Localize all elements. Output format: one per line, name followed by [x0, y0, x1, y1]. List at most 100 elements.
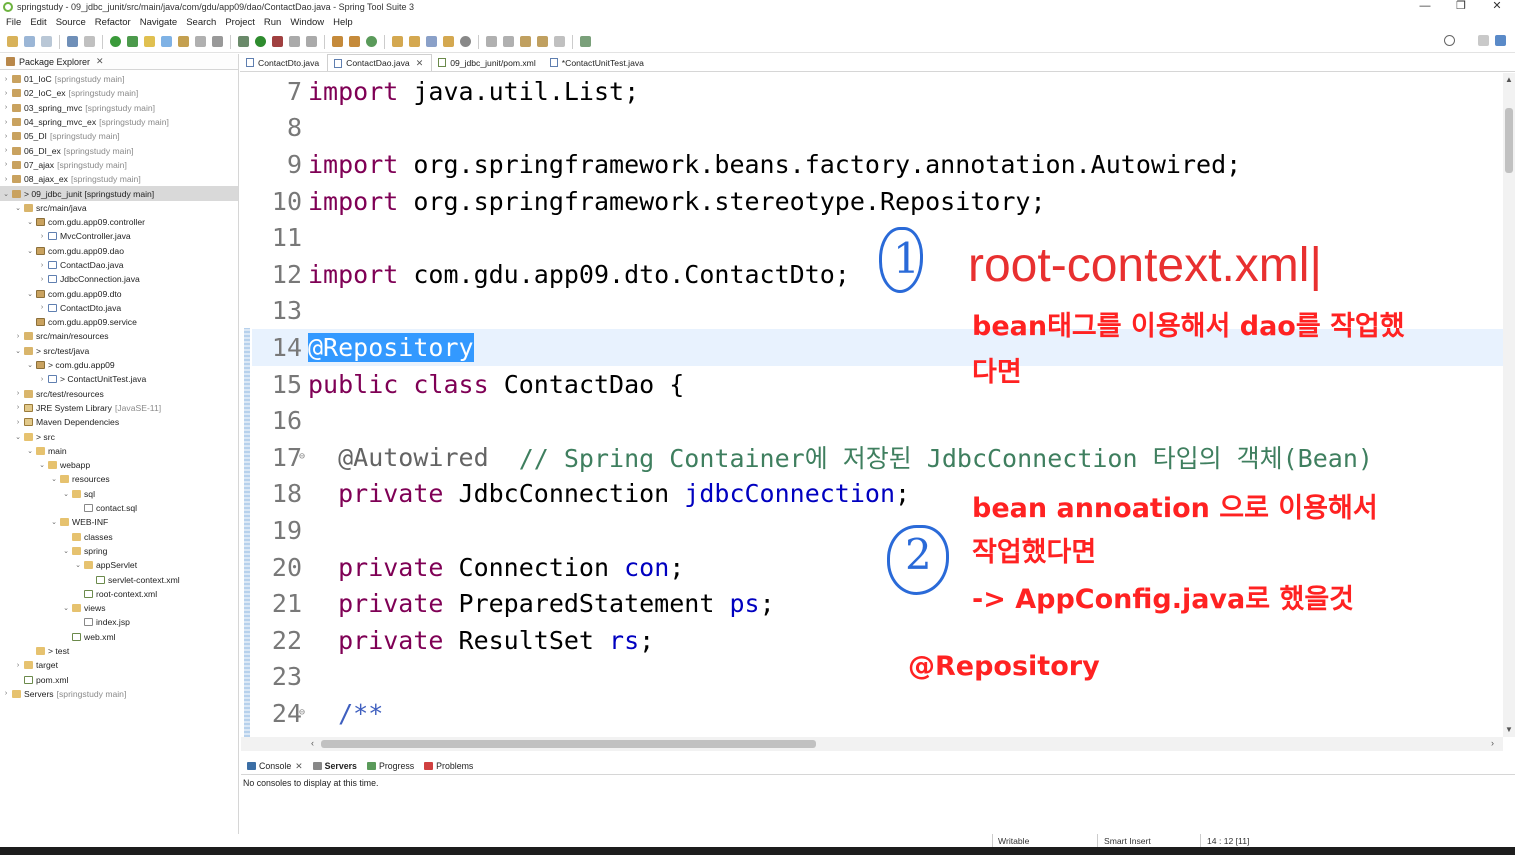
expand-arrow-icon[interactable]: › [2, 133, 10, 140]
expand-arrow-icon[interactable]: › [38, 262, 46, 269]
tree-item[interactable]: › JRE System Library [JavaSE-11] [0, 401, 238, 415]
code-line[interactable]: 24 ⊖ /** [252, 695, 1503, 732]
expand-arrow-icon[interactable]: ⌄ [38, 461, 46, 469]
tree-item[interactable]: › MvcController.java [0, 229, 238, 243]
tree-item[interactable]: › 04_spring_mvc_ex [springstudy main] [0, 115, 238, 129]
search-toolbar-icon[interactable] [460, 36, 471, 47]
expand-arrow-icon[interactable]: ⌄ [62, 490, 70, 498]
editor-tab[interactable]: 09_jdbc_junit/pom.xml [432, 54, 544, 71]
tree-item[interactable]: ⌄ WEB-INF [0, 515, 238, 529]
stop-icon[interactable] [289, 36, 300, 47]
refresh-icon[interactable] [127, 36, 138, 47]
fold-icon[interactable]: ⊖ [299, 451, 305, 462]
save-icon[interactable] [24, 36, 35, 47]
expand-arrow-icon[interactable]: ⌄ [26, 247, 34, 255]
expand-arrow-icon[interactable]: ⌄ [14, 204, 22, 212]
menu-help[interactable]: Help [333, 17, 353, 28]
menu-window[interactable]: Window [290, 17, 324, 28]
expand-arrow-icon[interactable]: › [2, 147, 10, 154]
expand-arrow-icon[interactable]: › [2, 119, 10, 126]
expand-arrow-icon[interactable]: › [38, 276, 46, 283]
tree-item[interactable]: ⌄ > src/test/java [0, 344, 238, 358]
editor-vertical-scrollbar[interactable]: ▲ ▼ [1503, 73, 1515, 737]
run-external-tools-icon[interactable] [272, 36, 283, 47]
tree-item[interactable]: › target [0, 658, 238, 672]
save-all-icon[interactable] [41, 36, 52, 47]
scroll-down-icon[interactable]: ▼ [1505, 725, 1513, 734]
fold-icon[interactable]: ⊖ [299, 707, 305, 718]
expand-arrow-icon[interactable]: › [2, 90, 10, 97]
java-perspective-icon[interactable] [1495, 35, 1506, 46]
expand-arrow-icon[interactable]: › [2, 176, 10, 183]
tree-item[interactable]: root-context.xml [0, 587, 238, 601]
tree-item[interactable]: › JdbcConnection.java [0, 272, 238, 286]
debug-icon[interactable] [238, 36, 249, 47]
expand-arrow-icon[interactable]: › [38, 304, 46, 311]
tree-item[interactable]: ⌄ src/main/java [0, 201, 238, 215]
expand-arrow-icon[interactable]: › [14, 419, 22, 426]
new-java-project-icon[interactable] [332, 36, 343, 47]
tree-item[interactable]: ⌄ appServlet [0, 558, 238, 572]
package-explorer-tab[interactable]: Package Explorer ✕ [0, 54, 238, 70]
pin-editor-icon[interactable] [580, 36, 591, 47]
expand-arrow-icon[interactable]: › [14, 404, 22, 411]
tree-item[interactable]: › 03_spring_mvc [springstudy main] [0, 101, 238, 115]
menu-project[interactable]: Project [225, 17, 255, 28]
expand-arrow-icon[interactable]: ⌄ [50, 518, 58, 526]
tree-item[interactable]: ⌄ > src [0, 429, 238, 443]
tab-console[interactable]: Console ✕ [247, 761, 303, 772]
close-icon[interactable]: ✕ [295, 761, 302, 772]
menu-source[interactable]: Source [56, 17, 86, 28]
expand-arrow-icon[interactable]: ⌄ [26, 218, 34, 226]
open-task-icon[interactable] [392, 36, 403, 47]
tree-item[interactable]: ⌄ com.gdu.app09.dao [0, 244, 238, 258]
tab-servers[interactable]: Servers [312, 761, 357, 771]
tree-item[interactable]: › 05_DI [springstudy main] [0, 129, 238, 143]
tree-item[interactable]: ⌄ sql [0, 487, 238, 501]
tree-item[interactable]: › ContactDto.java [0, 301, 238, 315]
expand-arrow-icon[interactable]: ⌄ [26, 290, 34, 298]
show-whitespace-icon[interactable] [212, 36, 223, 47]
tab-progress[interactable]: Progress [366, 761, 414, 771]
open-folder-icon[interactable] [409, 36, 420, 47]
editor-tab[interactable]: *ContactUnitTest.java [544, 54, 652, 71]
code-line[interactable]: 7 import java.util.List; [252, 73, 1503, 110]
tree-item[interactable]: servlet-context.xml [0, 572, 238, 586]
tree-item[interactable]: › Servers [springstudy main] [0, 687, 238, 701]
open-perspective-icon[interactable] [1478, 35, 1489, 46]
spring-boot-icon[interactable] [110, 36, 121, 47]
expand-arrow-icon[interactable]: › [2, 690, 10, 697]
tree-item[interactable]: › ContactDao.java [0, 258, 238, 272]
tree-item[interactable]: contact.sql [0, 501, 238, 515]
tree-item[interactable]: › 07_ajax [springstudy main] [0, 158, 238, 172]
pin-icon[interactable] [426, 36, 437, 47]
expand-arrow-icon[interactable]: › [14, 390, 22, 397]
tree-item[interactable]: com.gdu.app09.service [0, 315, 238, 329]
expand-arrow-icon[interactable]: ⌄ [26, 361, 34, 369]
tree-item[interactable]: ⌄ > com.gdu.app09 [0, 358, 238, 372]
code-line[interactable]: 8 [252, 110, 1503, 147]
tree-item[interactable]: › Maven Dependencies [0, 415, 238, 429]
tree-item[interactable]: › 01_IoC [springstudy main] [0, 72, 238, 86]
scroll-right-icon[interactable]: › [1491, 738, 1494, 748]
tree-item[interactable]: ⌄ webapp [0, 458, 238, 472]
expand-arrow-icon[interactable]: ⌄ [62, 547, 70, 555]
scroll-up-icon[interactable]: ▲ [1505, 75, 1513, 84]
expand-arrow-icon[interactable]: ⌄ [26, 447, 34, 455]
mark-occurrences-icon[interactable] [144, 36, 155, 47]
tree-item[interactable]: ⌄ main [0, 444, 238, 458]
menu-navigate[interactable]: Navigate [140, 17, 178, 28]
new-icon[interactable] [7, 36, 18, 47]
last-edit-icon[interactable] [520, 36, 531, 47]
deploy-icon[interactable] [306, 36, 317, 47]
code-line[interactable]: 10 import org.springframework.stereotype.… [252, 183, 1503, 220]
terminal-icon[interactable] [67, 36, 78, 47]
editor-horizontal-scrollbar[interactable]: ‹ › [241, 737, 1503, 751]
code-line[interactable]: 17 ⊖ @Autowired // Spring Container에 저장된 … [252, 439, 1503, 476]
open-type-icon[interactable] [178, 36, 189, 47]
expand-arrow-icon[interactable]: ⌄ [14, 433, 22, 441]
menu-refactor[interactable]: Refactor [95, 17, 131, 28]
tree-item[interactable]: › 02_IoC_ex [springstudy main] [0, 86, 238, 100]
tab-problems[interactable]: Problems [424, 761, 473, 771]
forward-icon[interactable] [554, 36, 565, 47]
